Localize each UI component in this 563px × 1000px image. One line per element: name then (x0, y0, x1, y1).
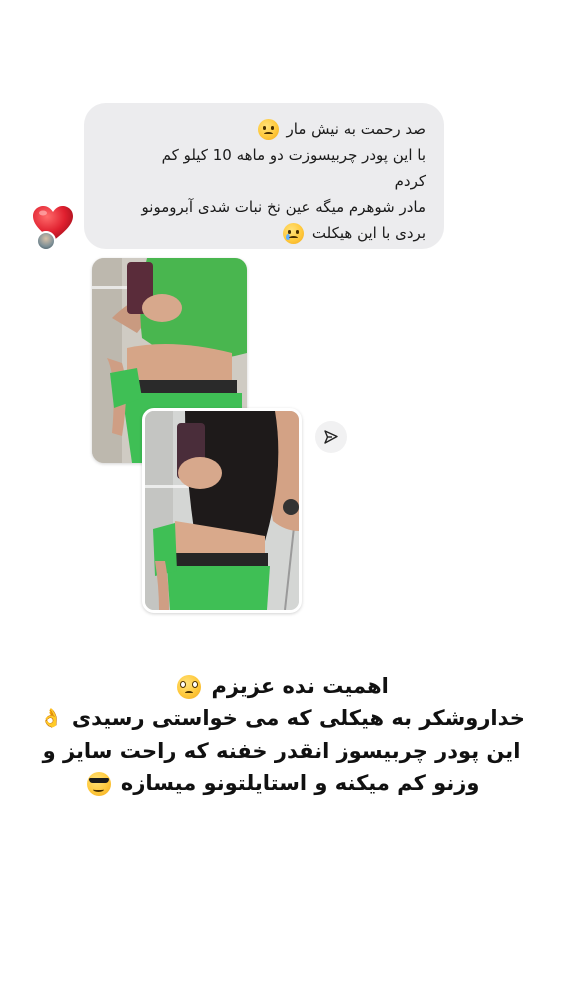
caption-text: اهمیت نده عزیزم (211, 674, 389, 698)
pleading-face-icon (177, 675, 202, 699)
message-line-1: صد رحمت به نیش مار (98, 116, 426, 142)
message-line-4: مادر شوهرم میگه عین نخ نبات شدی آبرومونو (141, 198, 426, 216)
paper-plane-icon (324, 430, 338, 444)
caption-text: خداروشکر به هیکلی که می خواستی رسیدی (71, 706, 525, 730)
unamused-face-icon (257, 119, 279, 140)
ok-hand-icon: 👌 (40, 708, 63, 729)
caption-text: وزنو کم میکنه و استایلتونو میسازه (120, 771, 480, 795)
shared-photo-after[interactable] (142, 408, 302, 613)
crying-face-icon (283, 223, 305, 244)
message-line-5: بردی با این هیکلت (98, 220, 426, 246)
message-bubble[interactable]: صد رحمت به نیش مار با این پودر چربیسوزت … (84, 103, 444, 249)
message-line-2: با این پودر چربیسوزت دو ماهه 10 کیلو کم (161, 146, 426, 164)
story-caption: اهمیت نده عزیزم خداروشکر به هیکلی که می … (20, 670, 543, 799)
sunglasses-face-icon (86, 772, 111, 796)
caption-line-4: وزنو کم میکنه و استایلتونو میسازه (20, 767, 543, 799)
reactor-avatar (36, 231, 56, 251)
caption-line-1: اهمیت نده عزیزم (20, 670, 543, 702)
caption-line-3: این پودر چربیسوز انقدر خفنه که راحت سایز… (42, 739, 521, 763)
caption-line-2: خداروشکر به هیکلی که می خواستی رسیدی 👌 (20, 702, 543, 735)
share-button[interactable] (315, 421, 347, 453)
message-text: بردی با این هیکلت (311, 224, 426, 242)
photo-after-image (145, 411, 299, 610)
message-text: صد رحمت به نیش مار (286, 120, 427, 138)
message-reaction[interactable] (32, 205, 74, 251)
message-line-3: کردم (394, 172, 426, 190)
